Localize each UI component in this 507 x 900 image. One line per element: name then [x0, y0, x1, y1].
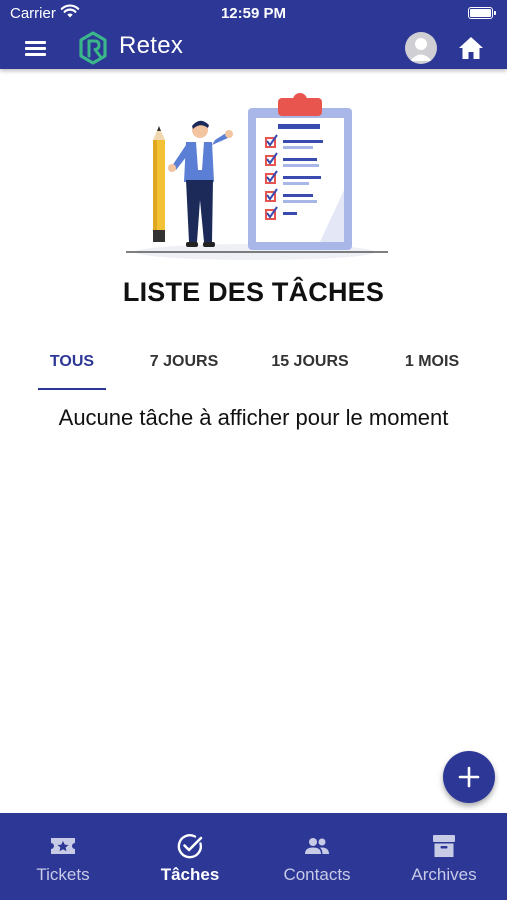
tab-15-jours[interactable]: 15 JOURS — [258, 340, 362, 392]
top-bar: Carrier 12:59 PM Retex — [0, 0, 507, 69]
nav-label: Contacts — [283, 865, 351, 884]
tab-label: 1 MOIS — [404, 353, 460, 370]
clock-label: 12:59 PM — [220, 5, 287, 22]
nav-archives[interactable]: Archives — [381, 813, 507, 900]
tab-label: 15 JOURS — [271, 353, 349, 370]
bottom-navigation: Tickets Tâches Contacts Archives — [0, 813, 507, 900]
user-avatar-icon[interactable] — [405, 32, 437, 64]
tab-1-mois[interactable]: 1 MOIS — [390, 340, 474, 392]
tab-label: 7 JOURS — [149, 353, 219, 370]
plus-icon — [458, 766, 480, 788]
nav-contacts[interactable]: Contacts — [254, 813, 380, 900]
page-title: LISTE DES TÂCHES — [122, 277, 385, 307]
filter-tabs: TOUS 7 JOURS 15 JOURS 1 MOIS — [0, 340, 507, 392]
archive-icon — [433, 835, 455, 857]
status-bar: Carrier 12:59 PM — [0, 0, 507, 28]
tab-7-jours[interactable]: 7 JOURS — [136, 340, 232, 392]
check-circle-icon — [177, 834, 203, 859]
nav-taches[interactable]: Tâches — [127, 813, 253, 900]
tab-label: TOUS — [49, 353, 95, 370]
app-bar: Retex — [0, 28, 507, 69]
add-task-button[interactable] — [443, 751, 495, 803]
nav-label: Tickets — [36, 865, 90, 884]
active-tab-indicator — [38, 387, 106, 390]
nav-label: Tâches — [160, 865, 220, 884]
battery-icon — [468, 7, 496, 19]
retex-logo-icon — [78, 31, 108, 65]
nav-label: Archives — [411, 865, 477, 884]
empty-state-message: Aucune tâche à afficher pour le moment — [58, 405, 449, 430]
nav-tickets[interactable]: Tickets — [0, 813, 126, 900]
tab-tous[interactable]: TOUS — [38, 340, 106, 392]
tasks-illustration — [120, 90, 390, 260]
people-icon — [305, 838, 329, 854]
menu-icon[interactable] — [22, 34, 50, 62]
ticket-icon — [51, 838, 75, 854]
app-title: Retex — [119, 32, 184, 59]
home-icon[interactable] — [457, 34, 485, 62]
